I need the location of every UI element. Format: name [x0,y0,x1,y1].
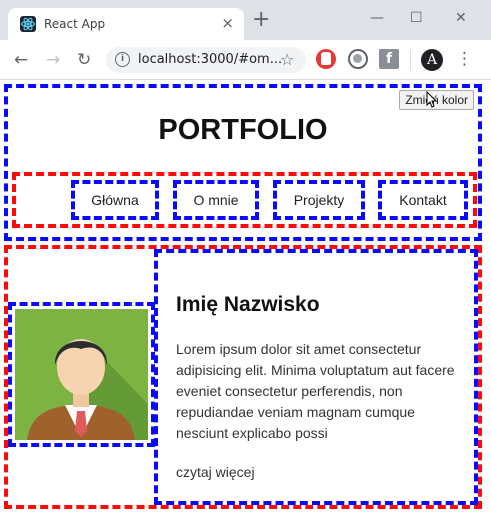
main-nav: Główna O mnie Projekty Kontakt [12,172,477,228]
nav-item-home[interactable]: Główna [71,180,159,220]
maximize-button[interactable]: ☐ [410,10,423,26]
react-favicon-icon [20,16,36,32]
new-tab-button[interactable]: + [252,9,270,31]
profile-icon[interactable]: A [421,49,443,71]
url-text[interactable]: localhost:3000/#om... [138,52,282,67]
page-viewport: Zmień kolor PORTFOLIO Główna O mnie Proj… [0,81,491,512]
adblock-icon[interactable] [316,49,336,69]
nav-item-about[interactable]: O mnie [173,180,259,220]
read-more-link[interactable]: czytaj więcej [176,464,255,480]
tab-strip: React App × + — ☐ ✕ [0,0,491,40]
profile-photo [15,309,148,440]
extension-icon[interactable]: f [379,49,399,69]
reload-button[interactable]: ↻ [77,50,91,70]
minimize-button[interactable]: — [370,10,384,26]
close-window-button[interactable]: ✕ [455,10,467,26]
profile-content: Imię Nazwisko Lorem ipsum dolor sit amet… [154,249,478,505]
tab-close-icon[interactable]: × [221,15,234,31]
page-title: PORTFOLIO [158,114,328,146]
tab-title: React App [44,17,106,31]
star-icon[interactable]: ☆ [280,50,294,69]
address-bar[interactable]: i localhost:3000/#om... ☆ [106,47,306,73]
profile-bio: Lorem ipsum dolor sit amet consectetur a… [176,341,455,441]
profile-photo-frame [8,302,155,447]
profile-section: Imię Nazwisko Lorem ipsum dolor sit amet… [4,245,482,509]
sync-icon[interactable] [348,49,368,69]
back-button[interactable]: ← [14,50,28,70]
browser-tab[interactable]: React App × [8,8,244,40]
site-header: Zmień kolor PORTFOLIO Główna O mnie Proj… [4,84,482,241]
info-icon[interactable]: i [115,52,130,67]
menu-icon[interactable]: ⋮ [456,49,473,69]
nav-item-projects[interactable]: Projekty [273,180,365,220]
browser-toolbar: ← → ↻ i localhost:3000/#om... ☆ f A ⋮ [0,40,491,80]
toolbar-separator [410,50,411,70]
cursor-icon [426,91,438,108]
forward-button[interactable]: → [46,50,60,70]
nav-item-contact[interactable]: Kontakt [378,180,468,220]
profile-name: Imię Nazwisko [176,293,320,316]
